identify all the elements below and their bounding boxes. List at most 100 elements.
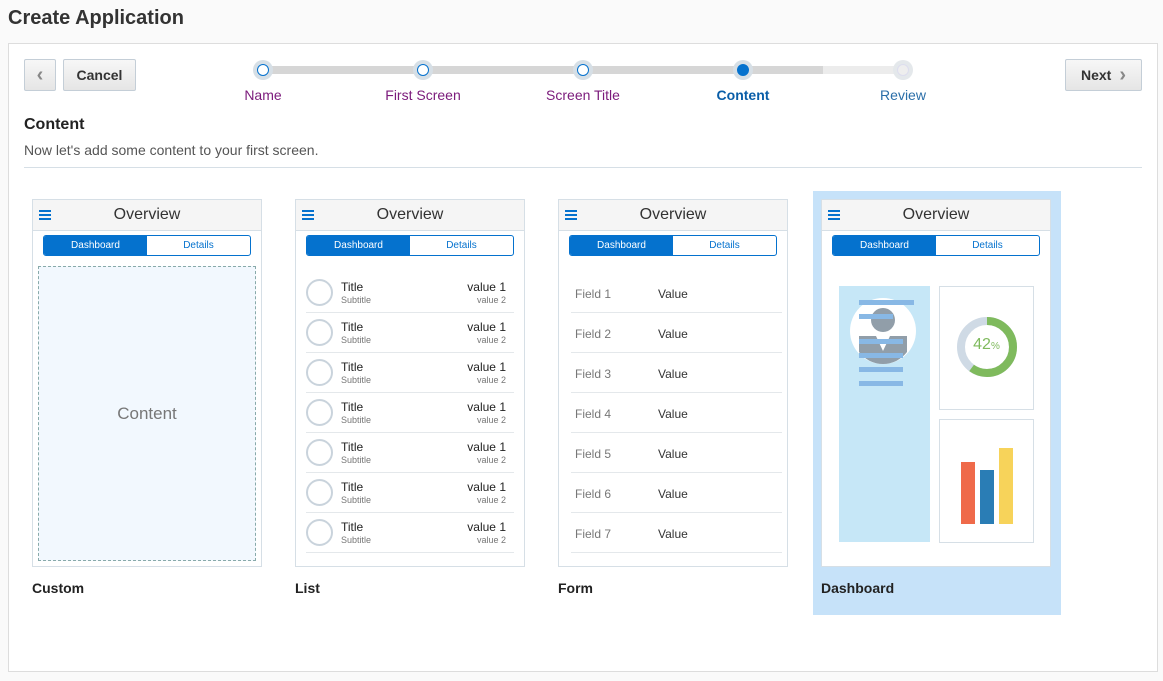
dashboard-preview: 42% bbox=[822, 200, 1050, 566]
tab-dashboard: Dashboard bbox=[307, 236, 410, 255]
field-label: Field 2 bbox=[575, 327, 612, 341]
list-item-title: Title bbox=[341, 280, 364, 294]
back-button[interactable]: ‹ bbox=[24, 59, 56, 91]
text-line bbox=[859, 300, 914, 305]
tab-dashboard: Dashboard bbox=[44, 236, 147, 255]
card-header-title: Overview bbox=[639, 206, 707, 223]
card-header: Overview bbox=[33, 200, 261, 231]
profile-panel bbox=[839, 286, 930, 542]
segmented-tabs: Dashboard Details bbox=[306, 235, 514, 256]
list-item: Title Subtitle value 1 value 2 bbox=[306, 313, 514, 353]
field-value: Value bbox=[658, 527, 688, 541]
list-item: Title Subtitle value 1 value 2 bbox=[306, 353, 514, 393]
card-label[interactable]: Form bbox=[558, 580, 593, 596]
template-card-custom[interactable]: Overview Dashboard Details Content bbox=[32, 199, 262, 567]
step-circle bbox=[417, 64, 429, 76]
list-item-value2: value 2 bbox=[476, 295, 506, 305]
form-row: Field 6 Value bbox=[571, 473, 782, 513]
avatar-circle-icon bbox=[306, 279, 333, 306]
step-name-marker[interactable] bbox=[253, 60, 273, 80]
field-label: Field 5 bbox=[575, 447, 612, 461]
progress-track-remaining bbox=[823, 66, 903, 74]
step-review-marker[interactable] bbox=[893, 60, 913, 80]
section-title: Content bbox=[24, 116, 85, 133]
list-item-subtitle: Subtitle bbox=[341, 295, 372, 305]
form-row: Field 4 Value bbox=[571, 393, 782, 433]
card-label[interactable]: Custom bbox=[32, 580, 84, 596]
hamburger-menu-icon bbox=[39, 210, 51, 220]
list-item-value1: value 1 bbox=[467, 360, 506, 374]
list-item-subtitle: Subtitle bbox=[341, 335, 372, 345]
card-header: Overview bbox=[559, 200, 787, 231]
step-first-screen-marker[interactable] bbox=[413, 60, 433, 80]
field-value: Value bbox=[658, 287, 688, 301]
avatar-circle-icon bbox=[306, 519, 333, 546]
form-row: Field 7 Value bbox=[571, 513, 782, 553]
step-label[interactable]: Screen Title bbox=[546, 87, 620, 103]
bar-chart-tile bbox=[939, 419, 1034, 543]
section-description: Now let's add some content to your first… bbox=[24, 142, 319, 158]
hamburger-menu-icon bbox=[302, 210, 314, 220]
text-line bbox=[859, 314, 893, 319]
avatar-circle-icon bbox=[306, 319, 333, 346]
chevron-left-icon: ‹ bbox=[36, 63, 44, 86]
list-item-title: Title bbox=[341, 320, 364, 334]
form-row: Field 1 Value bbox=[571, 273, 782, 313]
field-label: Field 4 bbox=[575, 407, 612, 421]
template-card-dashboard[interactable]: Overview Dashboard Details 42% bbox=[821, 199, 1051, 567]
list-item: Title Subtitle value 1 value 2 bbox=[306, 473, 514, 513]
field-value: Value bbox=[658, 487, 688, 501]
tab-details: Details bbox=[446, 240, 477, 251]
field-value: Value bbox=[658, 327, 688, 341]
cancel-button[interactable]: Cancel bbox=[63, 59, 136, 91]
template-card-list[interactable]: Overview Dashboard Details Title Subtitle val… bbox=[295, 199, 525, 567]
list-item-title: Title bbox=[341, 520, 364, 534]
step-label[interactable]: Name bbox=[244, 87, 281, 103]
avatar-circle-icon bbox=[306, 479, 333, 506]
content-placeholder: Content bbox=[38, 266, 256, 561]
list-item-value2: value 2 bbox=[476, 495, 506, 505]
list-item-subtitle: Subtitle bbox=[341, 375, 372, 385]
text-line bbox=[859, 381, 903, 386]
list-item-value2: value 2 bbox=[476, 375, 506, 385]
avatar-circle-icon bbox=[306, 359, 333, 386]
field-label: Field 3 bbox=[575, 367, 612, 381]
card-label[interactable]: List bbox=[295, 580, 320, 596]
list-item-title: Title bbox=[341, 440, 364, 454]
step-screen-title-marker[interactable] bbox=[573, 60, 593, 80]
list-item-value2: value 2 bbox=[476, 535, 506, 545]
step-label[interactable]: First Screen bbox=[385, 87, 460, 103]
list-item: Title Subtitle value 1 value 2 bbox=[306, 273, 514, 313]
hamburger-menu-icon bbox=[565, 210, 577, 220]
next-label: Next bbox=[1080, 67, 1112, 83]
avatar-circle-icon bbox=[306, 399, 333, 426]
template-card-form[interactable]: Overview Dashboard Details Field 1 Value Fiel… bbox=[558, 199, 788, 567]
step-label[interactable]: Review bbox=[880, 87, 926, 103]
bar bbox=[980, 470, 994, 524]
divider bbox=[24, 167, 1142, 168]
step-label[interactable]: Content bbox=[717, 87, 770, 103]
next-button[interactable]: Next › bbox=[1065, 59, 1142, 91]
card-label[interactable]: Dashboard bbox=[821, 580, 894, 596]
list-item-value1: value 1 bbox=[467, 520, 506, 534]
field-label: Field 6 bbox=[575, 487, 612, 501]
list-item-value1: value 1 bbox=[467, 280, 506, 294]
list-item-subtitle: Subtitle bbox=[341, 495, 372, 505]
tab-details: Details bbox=[183, 240, 214, 251]
list-item-subtitle: Subtitle bbox=[341, 415, 372, 425]
list-item-value1: value 1 bbox=[467, 480, 506, 494]
list-item-title: Title bbox=[341, 400, 364, 414]
page-title: Create Application bbox=[8, 7, 184, 29]
form-row: Field 3 Value bbox=[571, 353, 782, 393]
card-header-title: Overview bbox=[376, 206, 444, 223]
tab-dashboard: Dashboard bbox=[570, 236, 673, 255]
list-item-value1: value 1 bbox=[467, 440, 506, 454]
tab-details: Details bbox=[709, 240, 740, 251]
step-content-marker[interactable] bbox=[733, 60, 753, 80]
bar bbox=[961, 462, 975, 524]
field-label: Field 1 bbox=[575, 287, 612, 301]
form-row: Field 5 Value bbox=[571, 433, 782, 473]
field-value: Value bbox=[658, 407, 688, 421]
list-item: Title Subtitle value 1 value 2 bbox=[306, 513, 514, 553]
list-item: Title Subtitle value 1 value 2 bbox=[306, 433, 514, 473]
